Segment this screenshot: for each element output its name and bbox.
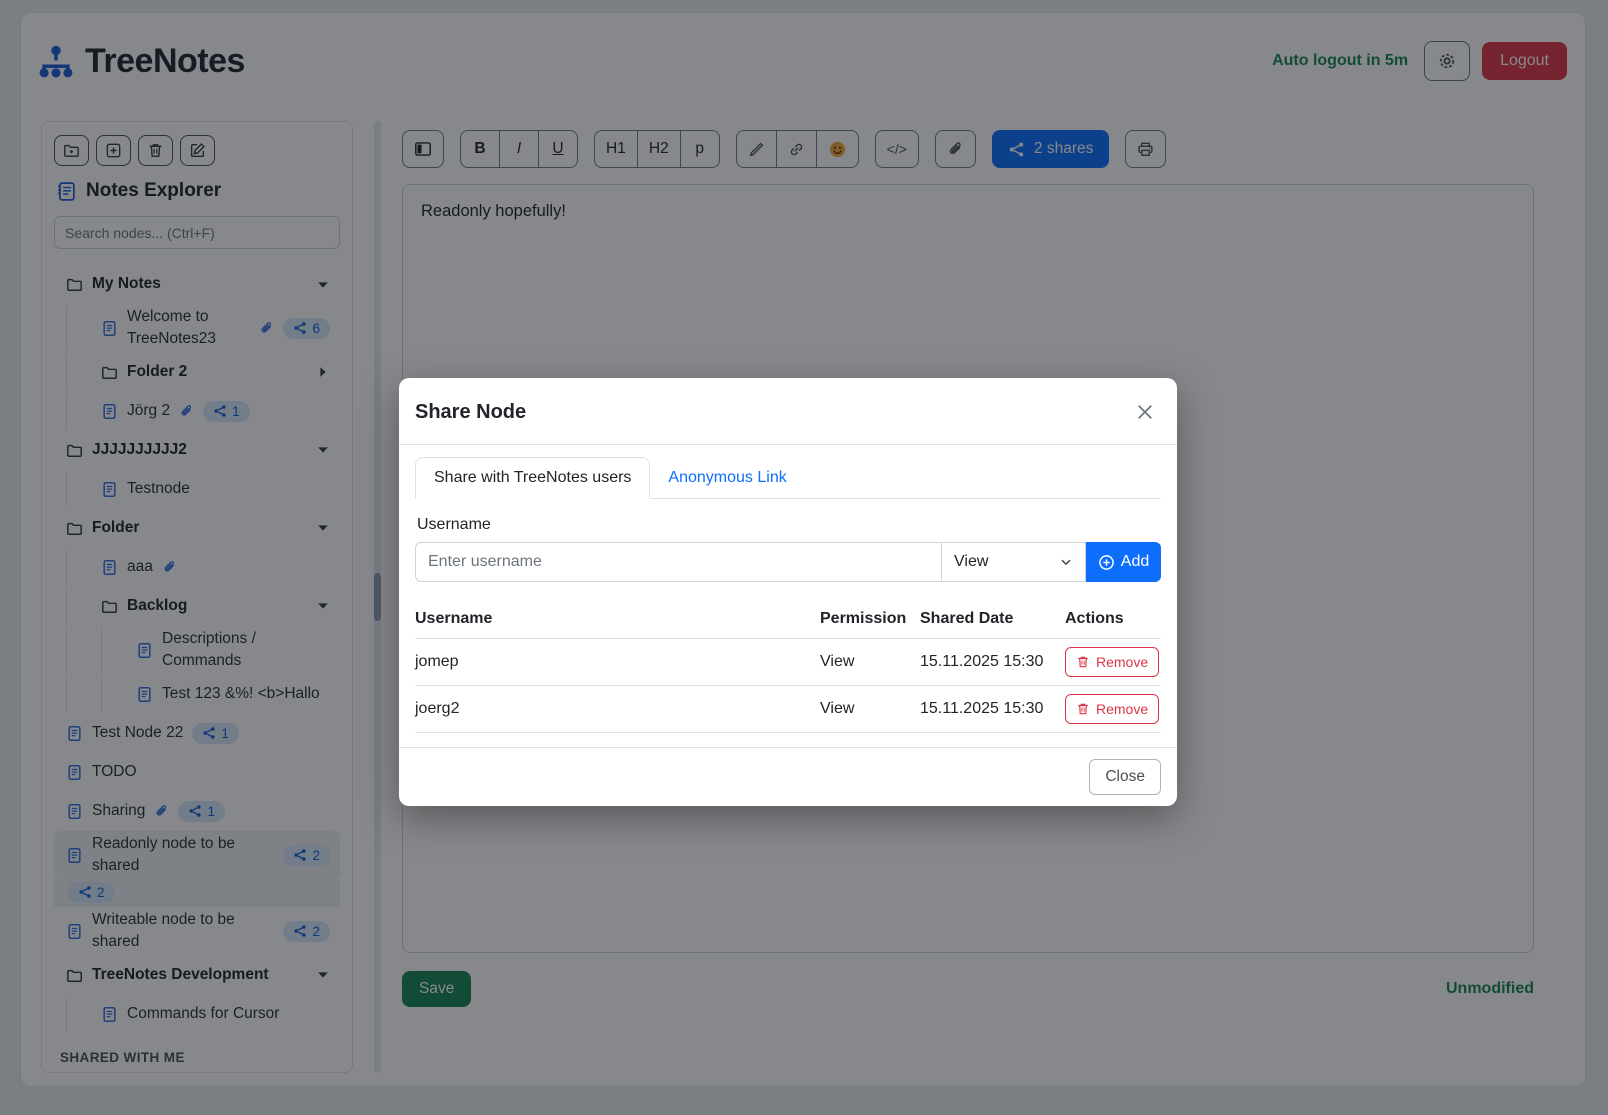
close-modal-button[interactable]: Close — [1089, 759, 1161, 795]
share-permission: View — [820, 639, 920, 686]
shares-table-header: Username Permission Shared Date Actions — [415, 602, 1161, 639]
remove-share-button[interactable]: Remove — [1065, 694, 1159, 724]
add-button-label: Add — [1121, 553, 1149, 571]
add-share-input-group: View Add — [415, 542, 1161, 582]
column-actions: Actions — [1065, 602, 1161, 639]
username-input[interactable] — [415, 542, 941, 582]
share-row: jomepView15.11.2025 15:30 Remove — [415, 639, 1161, 686]
share-row: joerg2View15.11.2025 15:30 Remove — [415, 686, 1161, 733]
modal-close-button[interactable] — [1131, 398, 1159, 426]
modal-body: Username View Add Username P — [399, 499, 1177, 733]
remove-share-button[interactable]: Remove — [1065, 647, 1159, 677]
modal-header: Share Node — [399, 378, 1177, 445]
plus-circle-icon — [1098, 554, 1115, 571]
permission-selected-value: View — [954, 553, 988, 571]
permission-select[interactable]: View — [941, 542, 1086, 582]
share-node-modal: Share Node Share with TreeNotes users An… — [399, 378, 1177, 806]
column-username: Username — [415, 602, 820, 639]
column-shared-date: Shared Date — [920, 602, 1065, 639]
close-icon — [1135, 402, 1155, 422]
remove-button-label: Remove — [1096, 654, 1148, 670]
share-username: jomep — [415, 639, 820, 686]
trash-icon — [1076, 702, 1090, 716]
share-username: joerg2 — [415, 686, 820, 733]
share-date: 15.11.2025 15:30 — [920, 639, 1065, 686]
remove-button-label: Remove — [1096, 701, 1148, 717]
modal-title: Share Node — [415, 401, 526, 424]
share-tabs: Share with TreeNotes users Anonymous Lin… — [415, 457, 1161, 499]
add-share-button[interactable]: Add — [1086, 542, 1161, 582]
trash-icon — [1076, 655, 1090, 669]
shares-table: Username Permission Shared Date Actions … — [415, 602, 1161, 733]
share-date: 15.11.2025 15:30 — [920, 686, 1065, 733]
tab-anonymous-link[interactable]: Anonymous Link — [650, 458, 804, 498]
modal-footer: Close — [399, 747, 1177, 806]
share-permission: View — [820, 686, 920, 733]
chevron-down-icon — [1059, 555, 1073, 569]
username-label: Username — [417, 516, 1161, 534]
tab-share-with-users[interactable]: Share with TreeNotes users — [415, 457, 650, 499]
column-permission: Permission — [820, 602, 920, 639]
